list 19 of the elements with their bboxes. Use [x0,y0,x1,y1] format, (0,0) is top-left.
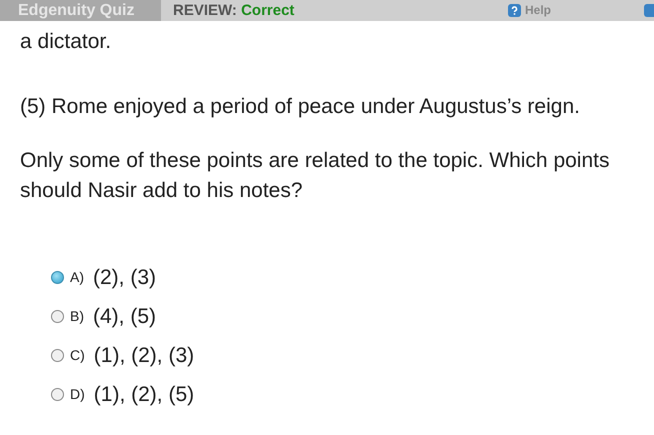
option-letter: C) [70,346,85,365]
option-text[interactable]: (1), (2), (3) [94,340,194,372]
question-text: Only some of these points are related to the topic. Which points should Nasir add to his notes? [20,148,610,204]
option-text[interactable]: (4), (5) [93,300,156,332]
radio-button[interactable] [51,271,64,284]
toolbar-button[interactable] [644,4,654,17]
radio-button[interactable] [51,388,64,401]
option-letter: B) [70,307,84,326]
option-letter: D) [70,385,85,404]
review-status: REVIEW: Correct [172,1,294,21]
option-text[interactable]: (2), (3) [93,262,156,294]
question-text: (5) Rome enjoyed a period of peace under Augustus’s reign. [20,94,581,120]
radio-button[interactable] [51,310,64,323]
option-letter: A) [70,268,84,287]
option-text[interactable]: (1), (2), (5) [94,378,194,410]
quiz-title: Edgenuity Quiz [0,0,161,21]
question-text: a dictator. [20,29,112,55]
radio-button[interactable] [51,349,64,362]
help-icon [508,4,521,17]
